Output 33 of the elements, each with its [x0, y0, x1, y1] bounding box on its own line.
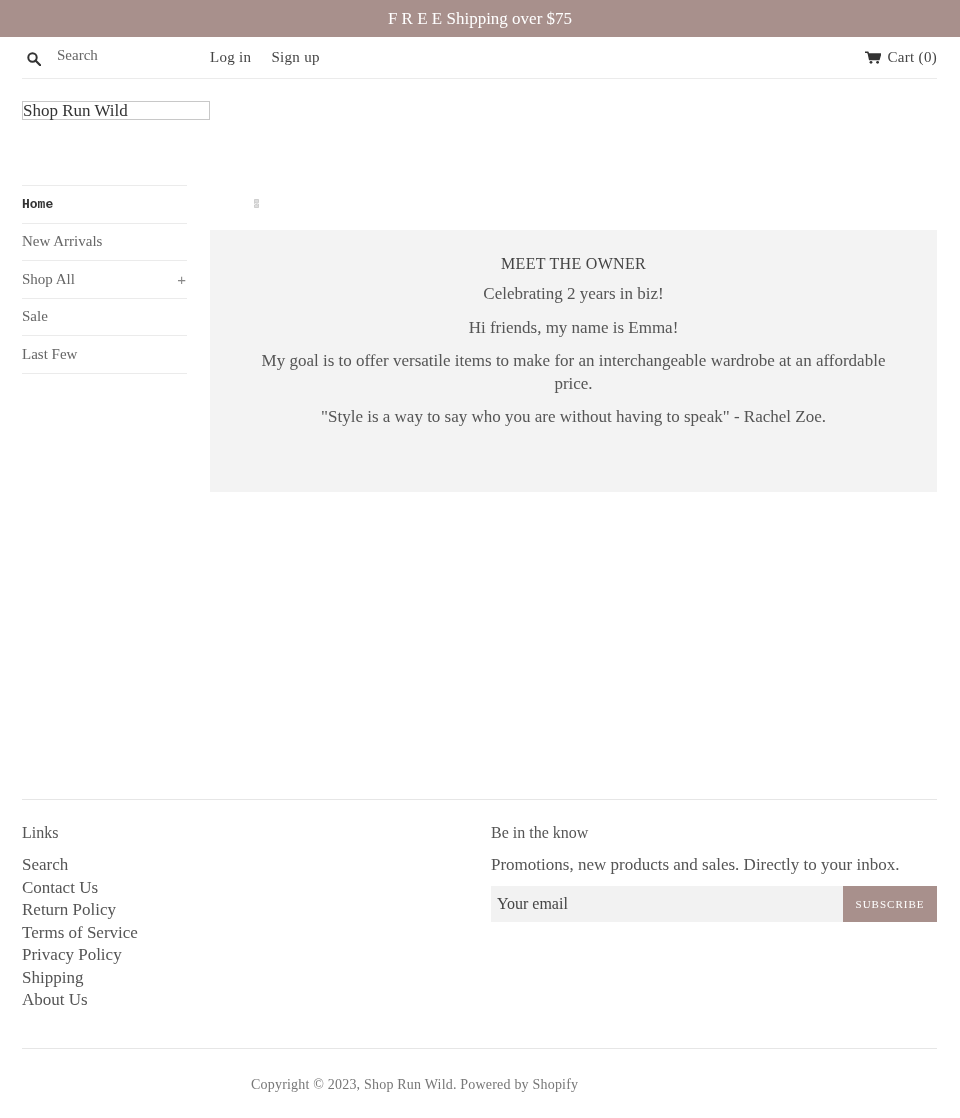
copyright-text: Copyright © 2023, Shop Run Wild. Powered by Shopify — [251, 1077, 579, 1092]
sidebar-link[interactable]: Home — [22, 196, 54, 212]
account-link[interactable]: Sign up — [271, 49, 320, 66]
footer-link[interactable]: Search — [22, 855, 69, 874]
sidebar-link[interactable]: Shop All — [22, 270, 75, 288]
cart-icon — [864, 51, 881, 64]
paragraph: My goal is to offer versatile items to make for an interchangeable wardrobe at an affordable price. — [260, 350, 887, 395]
logo-link[interactable]: Shop Run Wild — [22, 101, 210, 120]
newsletter-text: Promotions, new products and sales. Directly to your inbox. — [491, 854, 901, 876]
footer-link[interactable]: Return Policy — [22, 900, 116, 919]
announcement-text: F R E E Shipping over $75 — [387, 8, 573, 29]
footer-link[interactable]: Contact Us — [22, 877, 99, 897]
account-link[interactable]: Log in — [210, 49, 252, 66]
paragraph: "Style is a way to say who you are without having to speak" - Rachel Zoe. — [320, 406, 827, 428]
footer-link[interactable]: Terms of Service — [22, 922, 138, 942]
footer-link[interactable]: Privacy Policy — [22, 945, 122, 964]
footer-heading: Be in the know — [491, 823, 590, 843]
sidebar-link[interactable]: Sale — [22, 308, 48, 326]
paragraph: Celebrating 2 years in biz! — [482, 283, 665, 305]
email-field[interactable]: Your email — [491, 886, 843, 922]
cart-link[interactable]: Cart (0) — [864, 49, 937, 66]
search-button[interactable] — [27, 52, 41, 66]
footer-link[interactable]: Shipping — [22, 967, 84, 987]
sidebar-link[interactable]: New Arrivals — [22, 233, 103, 251]
footer-link[interactable]: About Us — [22, 990, 88, 1009]
section-heading: MEET THE OWNER — [500, 255, 647, 273]
sidebar-link[interactable]: Last Few — [22, 345, 78, 363]
paragraph: Hi friends, my name is Emma! — [467, 316, 680, 339]
search-icon — [27, 52, 41, 66]
footer-heading: Links — [22, 823, 60, 843]
search-field[interactable]: Search — [57, 47, 197, 64]
expand-toggle[interactable]: + — [177, 271, 187, 287]
broken-image-icon — [254, 199, 259, 208]
